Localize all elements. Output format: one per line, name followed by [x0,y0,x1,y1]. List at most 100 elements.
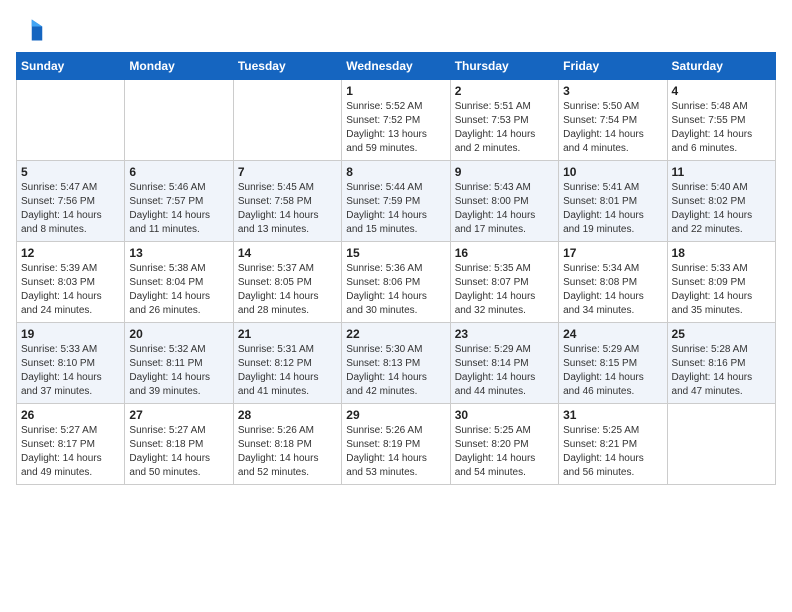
calendar-day-cell: 6 Sunrise: 5:46 AM Sunset: 7:57 PM Daylig… [125,161,233,242]
day-info: Sunrise: 5:26 AM Sunset: 8:19 PM Dayligh… [346,424,445,480]
day-info: Sunrise: 5:45 AM Sunset: 7:58 PM Dayligh… [238,181,337,237]
day-info: Sunrise: 5:52 AM Sunset: 7:52 PM Dayligh… [346,100,445,156]
day-info: Sunrise: 5:28 AM Sunset: 8:16 PM Dayligh… [672,343,771,399]
calendar-day-cell [233,80,341,161]
day-number: 31 [563,408,662,422]
day-info: Sunrise: 5:48 AM Sunset: 7:55 PM Dayligh… [672,100,771,156]
calendar-day-cell: 26 Sunrise: 5:27 AM Sunset: 8:17 PM Dayli… [17,404,125,485]
day-info: Sunrise: 5:26 AM Sunset: 8:18 PM Dayligh… [238,424,337,480]
day-info: Sunrise: 5:30 AM Sunset: 8:13 PM Dayligh… [346,343,445,399]
calendar-week-row: 1 Sunrise: 5:52 AM Sunset: 7:52 PM Daylig… [17,80,776,161]
day-number: 6 [129,165,228,179]
day-number: 1 [346,84,445,98]
calendar-week-row: 19Sunrise: 5:33 AM Sunset: 8:10 PM Dayli… [17,323,776,404]
calendar-day-cell: 22 Sunrise: 5:30 AM Sunset: 8:13 PM Dayli… [342,323,450,404]
calendar-week-row: 12 Sunrise: 5:39 AM Sunset: 8:03 PM Dayli… [17,242,776,323]
day-info: Sunrise: 5:47 AM Sunset: 7:56 PM Dayligh… [21,181,120,237]
day-number: 15 [346,246,445,260]
day-number: 30 [455,408,554,422]
day-number: 28 [238,408,337,422]
calendar-table: SundayMondayTuesdayWednesdayThursdayFrid… [16,52,776,485]
day-info: Sunrise: 5:50 AM Sunset: 7:54 PM Dayligh… [563,100,662,156]
day-info: Sunrise: 5:36 AM Sunset: 8:06 PM Dayligh… [346,262,445,318]
day-number: 21 [238,327,337,341]
day-info: Sunrise: 5:27 AM Sunset: 8:17 PM Dayligh… [21,424,120,480]
calendar-day-cell [125,80,233,161]
day-number: 11 [672,165,771,179]
day-of-week-header: Wednesday [342,53,450,80]
calendar-day-cell: 24 Sunrise: 5:29 AM Sunset: 8:15 PM Dayli… [559,323,667,404]
day-number: 18 [672,246,771,260]
day-info: Sunrise: 5:27 AM Sunset: 8:18 PM Dayligh… [129,424,228,480]
calendar-day-cell: 2Sunrise: 5:51 AM Sunset: 7:53 PM Daylig… [450,80,558,161]
calendar-week-row: 5Sunrise: 5:47 AM Sunset: 7:56 PM Daylig… [17,161,776,242]
logo-icon [16,16,44,44]
day-number: 8 [346,165,445,179]
day-number: 17 [563,246,662,260]
calendar-day-cell: 28 Sunrise: 5:26 AM Sunset: 8:18 PM Dayli… [233,404,341,485]
calendar-day-cell: 19Sunrise: 5:33 AM Sunset: 8:10 PM Dayli… [17,323,125,404]
calendar-day-cell: 4 Sunrise: 5:48 AM Sunset: 7:55 PM Daylig… [667,80,775,161]
day-info: Sunrise: 5:39 AM Sunset: 8:03 PM Dayligh… [21,262,120,318]
calendar-day-cell: 3 Sunrise: 5:50 AM Sunset: 7:54 PM Daylig… [559,80,667,161]
day-number: 9 [455,165,554,179]
day-number: 3 [563,84,662,98]
day-of-week-header: Monday [125,53,233,80]
day-number: 4 [672,84,771,98]
day-number: 26 [21,408,120,422]
calendar-day-cell: 21 Sunrise: 5:31 AM Sunset: 8:12 PM Dayli… [233,323,341,404]
day-number: 24 [563,327,662,341]
calendar-day-cell [17,80,125,161]
day-info: Sunrise: 5:29 AM Sunset: 8:15 PM Dayligh… [563,343,662,399]
day-info: Sunrise: 5:34 AM Sunset: 8:08 PM Dayligh… [563,262,662,318]
day-info: Sunrise: 5:51 AM Sunset: 7:53 PM Dayligh… [455,100,554,156]
day-number: 29 [346,408,445,422]
day-info: Sunrise: 5:31 AM Sunset: 8:12 PM Dayligh… [238,343,337,399]
calendar-day-cell: 29 Sunrise: 5:26 AM Sunset: 8:19 PM Dayli… [342,404,450,485]
calendar-day-cell: 16Sunrise: 5:35 AM Sunset: 8:07 PM Dayli… [450,242,558,323]
day-number: 12 [21,246,120,260]
calendar-day-cell: 13 Sunrise: 5:38 AM Sunset: 8:04 PM Dayli… [125,242,233,323]
day-of-week-header: Thursday [450,53,558,80]
day-number: 13 [129,246,228,260]
calendar-header-row: SundayMondayTuesdayWednesdayThursdayFrid… [17,53,776,80]
day-info: Sunrise: 5:46 AM Sunset: 7:57 PM Dayligh… [129,181,228,237]
day-info: Sunrise: 5:33 AM Sunset: 8:09 PM Dayligh… [672,262,771,318]
calendar-day-cell: 27 Sunrise: 5:27 AM Sunset: 8:18 PM Dayli… [125,404,233,485]
day-of-week-header: Tuesday [233,53,341,80]
calendar-day-cell: 1 Sunrise: 5:52 AM Sunset: 7:52 PM Daylig… [342,80,450,161]
day-number: 27 [129,408,228,422]
calendar-day-cell: 9 Sunrise: 5:43 AM Sunset: 8:00 PM Daylig… [450,161,558,242]
calendar-day-cell: 10 Sunrise: 5:41 AM Sunset: 8:01 PM Dayli… [559,161,667,242]
calendar-week-row: 26 Sunrise: 5:27 AM Sunset: 8:17 PM Dayli… [17,404,776,485]
day-of-week-header: Saturday [667,53,775,80]
day-number: 25 [672,327,771,341]
day-of-week-header: Sunday [17,53,125,80]
day-info: Sunrise: 5:41 AM Sunset: 8:01 PM Dayligh… [563,181,662,237]
day-number: 14 [238,246,337,260]
day-number: 10 [563,165,662,179]
calendar-day-cell: 17 Sunrise: 5:34 AM Sunset: 8:08 PM Dayli… [559,242,667,323]
calendar-day-cell: 20Sunrise: 5:32 AM Sunset: 8:11 PM Dayli… [125,323,233,404]
day-number: 22 [346,327,445,341]
day-info: Sunrise: 5:44 AM Sunset: 7:59 PM Dayligh… [346,181,445,237]
calendar-day-cell: 14 Sunrise: 5:37 AM Sunset: 8:05 PM Dayli… [233,242,341,323]
day-number: 23 [455,327,554,341]
day-of-week-header: Friday [559,53,667,80]
calendar-day-cell: 23 Sunrise: 5:29 AM Sunset: 8:14 PM Dayli… [450,323,558,404]
calendar-day-cell: 5Sunrise: 5:47 AM Sunset: 7:56 PM Daylig… [17,161,125,242]
calendar-day-cell: 8 Sunrise: 5:44 AM Sunset: 7:59 PM Daylig… [342,161,450,242]
calendar-day-cell: 30Sunrise: 5:25 AM Sunset: 8:20 PM Dayli… [450,404,558,485]
calendar-day-cell: 11Sunrise: 5:40 AM Sunset: 8:02 PM Dayli… [667,161,775,242]
calendar-day-cell: 12 Sunrise: 5:39 AM Sunset: 8:03 PM Dayli… [17,242,125,323]
day-info: Sunrise: 5:25 AM Sunset: 8:21 PM Dayligh… [563,424,662,480]
page-header [16,16,776,44]
day-number: 20 [129,327,228,341]
day-info: Sunrise: 5:29 AM Sunset: 8:14 PM Dayligh… [455,343,554,399]
logo [16,16,48,44]
day-number: 19 [21,327,120,341]
day-info: Sunrise: 5:37 AM Sunset: 8:05 PM Dayligh… [238,262,337,318]
day-info: Sunrise: 5:43 AM Sunset: 8:00 PM Dayligh… [455,181,554,237]
day-info: Sunrise: 5:38 AM Sunset: 8:04 PM Dayligh… [129,262,228,318]
calendar-day-cell [667,404,775,485]
